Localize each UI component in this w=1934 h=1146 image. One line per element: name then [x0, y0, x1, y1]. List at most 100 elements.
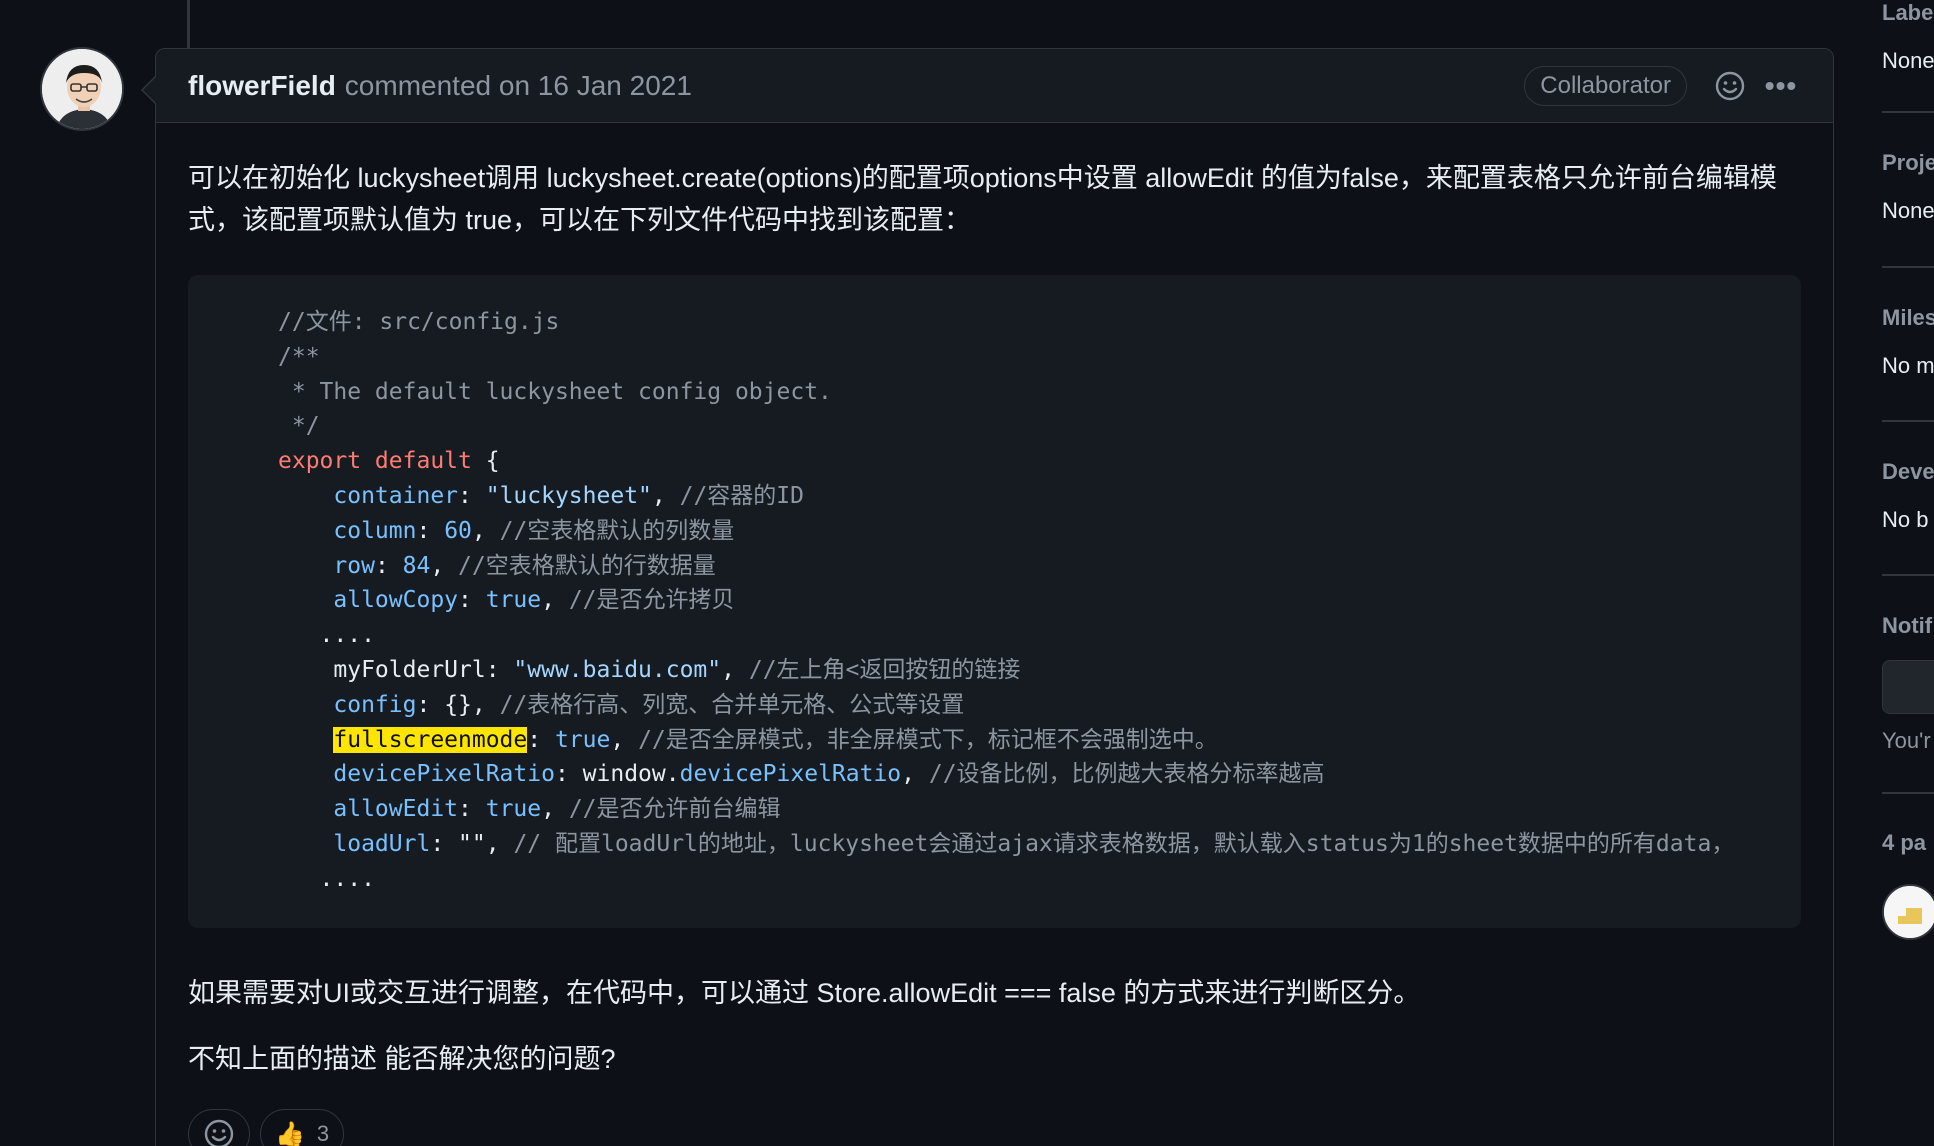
code-comment: //是否全屏模式，非全屏模式下，标记框不会强制选中。 — [638, 726, 1218, 753]
avatar-portrait-icon — [42, 49, 122, 129]
code-comment: //容器的ID — [679, 482, 804, 509]
sidebar-divider — [1882, 111, 1934, 113]
add-reaction-button[interactable] — [188, 1109, 250, 1146]
author-link[interactable]: flowerField — [188, 70, 336, 102]
code-line-ellipsis: .... — [278, 618, 1801, 653]
smiley-icon — [204, 1119, 234, 1146]
code-key: devicePixelRatio — [333, 761, 555, 788]
sidebar-participants-title: 4 pa — [1882, 830, 1927, 855]
comment-caret-fill — [143, 76, 157, 104]
code-line-loadurl: loadUrl: "", // 配置loadUrl的地址，luckysheet会… — [333, 830, 1735, 857]
reaction-count: 3 — [316, 1121, 330, 1146]
code-string: "" — [458, 830, 486, 857]
issue-sidebar: Labe None Proje None Miles No m Deve No … — [1882, 0, 1934, 1146]
code-object: window. — [582, 761, 680, 788]
code-line-allowedit: allowEdit: true, //是否允许前台编辑 — [333, 796, 781, 823]
comment-body: 可以在初始化 luckysheet调用 luckysheet.create(op… — [156, 123, 1833, 1080]
reactions-bar: 👍 3 — [188, 1109, 345, 1146]
code-key: myFolderUrl — [333, 656, 486, 683]
code-key: allowEdit — [333, 796, 459, 823]
code-comment: //设备比例，比例越大表格分标率越高 — [928, 761, 1325, 788]
comment-card: flowerField commented on 16 Jan 2021 Col… — [141, 48, 1834, 1146]
code-line-comment: //文件: src/config.js — [278, 309, 560, 335]
code-number: 84 — [402, 552, 431, 579]
code-line-devicepixelratio: devicePixelRatio: window.devicePixelRati… — [333, 761, 1325, 788]
code-key: column — [333, 517, 417, 544]
code-block: //文件: src/config.js /** * The default lu… — [188, 275, 1801, 928]
code-comment: //空表格默认的行数据量 — [458, 552, 716, 579]
code-line-allowcopy: allowCopy: true, //是否允许拷贝 — [333, 587, 735, 614]
code-keyword: export default — [278, 448, 472, 475]
sidebar-notifications-title: Notif — [1882, 613, 1933, 638]
add-reaction-button[interactable] — [1713, 69, 1747, 103]
identicon-icon — [1884, 886, 1934, 938]
thumbs-up-icon: 👍 — [275, 1120, 305, 1146]
sidebar-divider — [1882, 792, 1934, 794]
code-comment: //空表格默认的列数量 — [499, 517, 735, 544]
code-key: loadUrl — [333, 830, 431, 857]
highlighted-keyword: fullscreenmode — [333, 726, 528, 753]
sidebar-development[interactable]: Deve No b — [1882, 459, 1934, 533]
comment-paragraph-intro: 可以在初始化 luckysheet调用 luckysheet.create(op… — [188, 163, 1777, 235]
code-line-fullscreenmode: fullscreenmode: true, //是否全屏模式，非全屏模式下，标记… — [333, 726, 1218, 753]
sidebar-projects[interactable]: Proje None — [1882, 150, 1934, 224]
sidebar-milestone-value: No m — [1882, 353, 1934, 378]
code-key: row — [333, 552, 375, 579]
code-object: {} — [444, 691, 472, 718]
comment-paragraph-hint: 如果需要对UI或交互进行调整，在代码中，可以通过 Store.allowEdit… — [188, 978, 1421, 1008]
collaborator-badge: Collaborator — [1524, 65, 1687, 106]
sidebar-development-title[interactable]: Deve — [1882, 459, 1934, 485]
comment-paragraph-question: 不知上面的描述 能否解决您的问题? — [188, 1044, 616, 1074]
sidebar-divider — [1882, 266, 1934, 268]
sidebar-projects-value: None — [1882, 198, 1934, 223]
more-options-button[interactable]: ••• — [1761, 70, 1801, 102]
comment-header-actions: Collaborator ••• — [1524, 65, 1801, 106]
timeline-line — [187, 0, 190, 48]
code-line-doc-start: /** — [278, 343, 320, 370]
code-key: allowCopy — [333, 587, 459, 614]
sidebar-milestone[interactable]: Miles No m — [1882, 305, 1934, 379]
sidebar-labels-title[interactable]: Labe — [1882, 0, 1934, 26]
code-string: "www.baidu.com" — [513, 656, 722, 683]
code-line-column: column: 60, //空表格默认的列数量 — [333, 517, 735, 544]
sidebar-divider — [1882, 420, 1934, 422]
sidebar-labels[interactable]: Labe None — [1882, 0, 1934, 74]
sidebar-development-value: No b — [1882, 507, 1929, 532]
code-key: container — [333, 482, 459, 509]
code-line-export: export default { — [278, 444, 1801, 479]
code-line-container: container: "luckysheet", //容器的ID — [333, 482, 804, 509]
code-string: "luckysheet" — [485, 482, 652, 509]
code-boolean: true — [485, 796, 542, 823]
code-comment: // 配置loadUrl的地址，luckysheet会通过ajax请求表格数据，… — [513, 830, 1735, 857]
code-comment: //表格行高、列宽、合并单元格、公式等设置 — [499, 691, 965, 718]
code-line-row: row: 84, //空表格默认的行数据量 — [333, 552, 716, 579]
sidebar-notifications-text: You'r — [1882, 728, 1931, 753]
code-comment: //是否允许拷贝 — [568, 587, 735, 614]
code-line-doc-end: */ — [278, 413, 320, 440]
participant-avatar[interactable] — [1882, 884, 1934, 940]
code-key: config — [333, 691, 417, 718]
sidebar-projects-title[interactable]: Proje — [1882, 150, 1934, 176]
code-line-myfolderurl: myFolderUrl: "www.baidu.com", //左上角<返回按钮… — [333, 656, 1021, 683]
sidebar-participants: 4 pa — [1882, 830, 1934, 856]
code-number: 60 — [444, 517, 472, 544]
sidebar-labels-value: None — [1882, 48, 1934, 73]
code-property: devicePixelRatio — [679, 761, 902, 788]
comment-timestamp[interactable]: commented on 16 Jan 2021 — [345, 70, 692, 102]
sidebar-divider — [1882, 574, 1934, 576]
code-brace: { — [471, 448, 500, 475]
thumbs-up-reaction[interactable]: 👍 3 — [260, 1109, 345, 1146]
code-boolean: true — [554, 726, 611, 753]
subscribe-button[interactable] — [1882, 660, 1934, 714]
comment-header: flowerField commented on 16 Jan 2021 Col… — [156, 49, 1833, 123]
code-line-config: config: {}, //表格行高、列宽、合并单元格、公式等设置 — [333, 691, 965, 718]
author-avatar[interactable] — [40, 47, 124, 131]
sidebar-notifications: Notif — [1882, 613, 1934, 639]
code-line-doc-text: * The default luckysheet config object. — [278, 378, 832, 405]
smiley-icon — [1715, 71, 1745, 100]
code-comment: //是否允许前台编辑 — [568, 796, 781, 823]
sidebar-milestone-title[interactable]: Miles — [1882, 305, 1934, 331]
code-ellipsis: .... — [319, 865, 375, 892]
code-ellipsis: .... — [319, 622, 375, 649]
code-boolean: true — [485, 587, 542, 614]
